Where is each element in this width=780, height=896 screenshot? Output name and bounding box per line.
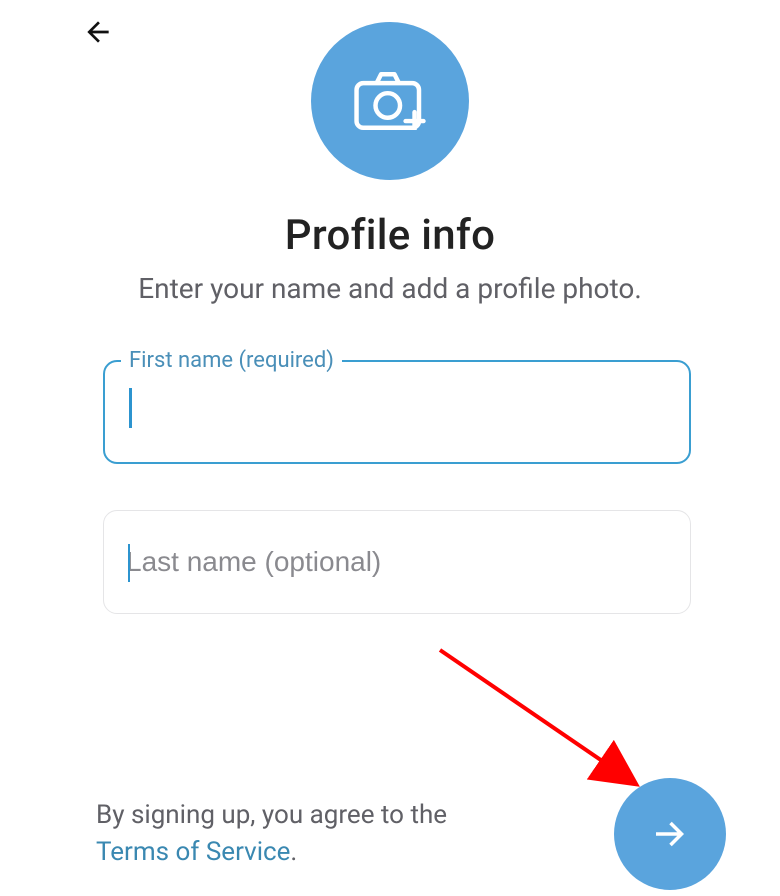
page-subtitle: Enter your name and add a profile photo. [0, 272, 780, 305]
first-name-input[interactable] [127, 362, 667, 462]
first-name-field[interactable]: First name (required) [103, 360, 691, 464]
text-cursor [129, 388, 132, 428]
arrow-right-icon [649, 813, 691, 855]
arrow-left-icon [82, 16, 114, 48]
annotation-arrow [430, 640, 670, 810]
page-title: Profile info [0, 211, 780, 260]
last-name-field[interactable] [103, 510, 691, 614]
next-button[interactable] [614, 778, 726, 890]
agreement-part1: By signing up, you agree to the [96, 800, 447, 830]
last-name-input[interactable] [126, 546, 668, 578]
back-button[interactable] [78, 12, 118, 52]
first-name-label: First name (required) [121, 348, 342, 373]
agreement-part2: . [290, 837, 297, 867]
camera-add-icon [354, 72, 426, 130]
text-cursor [128, 544, 130, 582]
add-photo-button[interactable] [311, 22, 469, 180]
signup-agreement-text: By signing up, you agree to the Terms of… [96, 797, 456, 872]
terms-of-service-link[interactable]: Terms of Service [96, 837, 290, 867]
